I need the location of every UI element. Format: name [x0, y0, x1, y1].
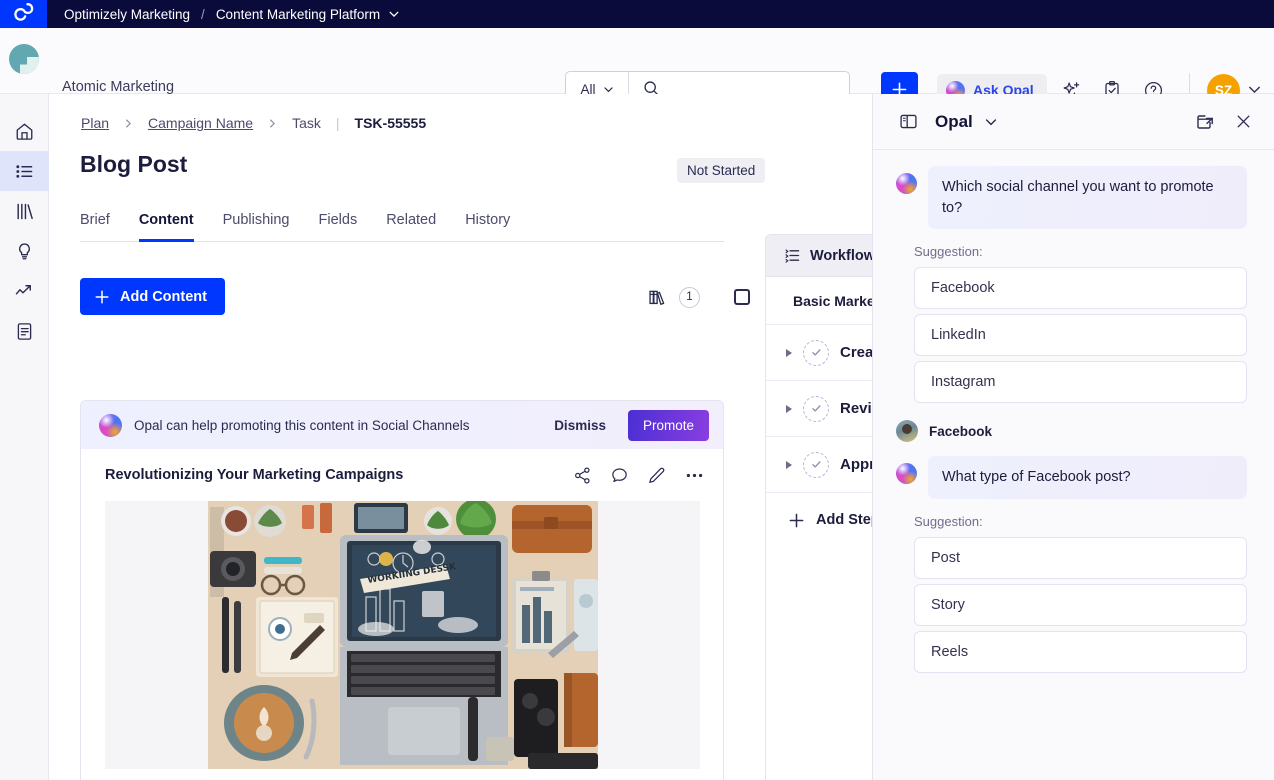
opal-promo-banner: Opal can help promoting this content in … [81, 401, 723, 449]
opal-panel-header: Opal [873, 94, 1274, 150]
expand-triangle-icon [786, 404, 792, 413]
select-all-checkbox-icon[interactable] [729, 284, 755, 310]
tab-publishing[interactable]: Publishing [223, 207, 290, 241]
chevron-right-icon [267, 118, 278, 129]
sidebar-item-home[interactable] [0, 111, 49, 151]
suggestion-linkedin[interactable]: LinkedIn [914, 314, 1247, 357]
document-icon [14, 321, 35, 342]
comment-icon[interactable] [610, 466, 629, 485]
close-icon[interactable] [1230, 109, 1256, 135]
promote-button[interactable]: Promote [627, 409, 709, 441]
left-sidebar [0, 94, 49, 780]
page-title: Blog Post [80, 151, 188, 177]
add-content-label: Add Content [120, 288, 207, 305]
content-count-badge: 1 [679, 286, 700, 308]
add-content-button[interactable]: Add Content [80, 278, 225, 315]
add-step-label: Add Step [816, 512, 880, 528]
chevron-down-icon [603, 84, 614, 95]
books-icon [14, 201, 35, 222]
opal-panel-title: Opal [935, 111, 973, 131]
optimizely-logo-icon[interactable] [0, 0, 47, 28]
sidebar-item-plan[interactable] [0, 151, 49, 191]
opal-orb-icon [896, 173, 917, 194]
expand-triangle-icon [786, 348, 792, 357]
workflow-list-icon [784, 247, 801, 264]
brandbar-product[interactable]: Content Marketing Platform [216, 7, 380, 22]
expand-triangle-icon [786, 460, 792, 469]
app-root: Optimizely Marketing / Content Marketing… [0, 0, 1274, 780]
workflow-header-label: Workflow [810, 247, 875, 264]
chevron-right-icon [123, 118, 134, 129]
tab-related[interactable]: Related [386, 207, 436, 241]
suggestion-post[interactable]: Post [914, 536, 1247, 579]
opal-title-chevron-down-icon[interactable] [984, 115, 998, 129]
home-icon [14, 121, 35, 142]
brandbar-separator: / [201, 6, 205, 22]
content-card-title: Revolutionizing Your Marketing Campaigns [105, 467, 404, 483]
sidebar-item-insights[interactable] [0, 271, 49, 311]
breadcrumb-item-current: TSK-55555 [354, 115, 427, 131]
opal-panel: Opal Which social channel you want to pr… [872, 94, 1274, 780]
content-card-header: Revolutionizing Your Marketing Campaigns [81, 449, 723, 501]
edit-icon[interactable] [647, 466, 666, 485]
breadcrumb-divider: | [335, 115, 340, 131]
check-circle-icon [803, 339, 829, 366]
plus-icon [94, 289, 110, 305]
brandbar-org[interactable]: Optimizely Marketing [64, 7, 190, 22]
more-horizontal-icon[interactable] [684, 465, 705, 486]
content-image-wrap: WORKIING DESSK [81, 501, 723, 769]
lightbulb-icon [14, 241, 35, 262]
tab-brief[interactable]: Brief [80, 207, 110, 241]
share-icon[interactable] [573, 466, 592, 485]
sidebar-item-library[interactable] [0, 191, 49, 231]
open-in-new-icon[interactable] [1192, 109, 1218, 135]
opal-orb-icon [99, 413, 122, 437]
tab-content[interactable]: Content [138, 207, 194, 242]
breadcrumb-item-plan[interactable]: Plan [81, 115, 109, 131]
sidebar-item-reports[interactable] [0, 311, 49, 351]
tab-fields[interactable]: Fields [319, 207, 358, 241]
opal-orb-icon [896, 463, 917, 485]
workspace-avatar[interactable] [9, 44, 39, 74]
tab-history[interactable]: History [465, 207, 510, 241]
assistant-message-text: Which social channel you want to promote… [928, 166, 1247, 230]
trending-up-icon [14, 281, 35, 302]
promo-banner-text: Opal can help promoting this content in … [134, 417, 470, 433]
opal-conversation: Which social channel you want to promote… [873, 150, 1274, 780]
suggestion-list: Post Story Reels [896, 536, 1247, 673]
sidebar-item-ideas[interactable] [0, 231, 49, 271]
opal-message-assistant: What type of Facebook post? [896, 456, 1247, 499]
dismiss-button[interactable]: Dismiss [544, 412, 616, 439]
check-circle-icon [803, 395, 829, 422]
suggestion-instagram[interactable]: Instagram [914, 361, 1247, 404]
plus-icon [788, 512, 805, 529]
brand-bar: Optimizely Marketing / Content Marketing… [0, 0, 1274, 28]
workspace-name: Atomic Marketing [62, 79, 175, 95]
assistant-message-text: What type of Facebook post? [928, 456, 1247, 499]
list-icon [14, 161, 35, 182]
user-message-text: Facebook [929, 423, 993, 439]
suggestion-label: Suggestion: [914, 244, 983, 260]
breadcrumb-item-task: Task [292, 115, 321, 131]
suggestion-facebook[interactable]: Facebook [914, 267, 1247, 310]
opal-message-user: Facebook [896, 420, 1247, 443]
content-hero-image[interactable]: WORKIING DESSK [105, 501, 700, 769]
suggestion-label: Suggestion: [914, 513, 983, 529]
suggestion-list: Facebook LinkedIn Instagram [896, 267, 1247, 404]
app-header: Atomic Marketing All Ask Opal SZ [0, 28, 1274, 107]
panel-layout-icon[interactable] [899, 112, 918, 131]
chevron-down-icon[interactable] [388, 8, 400, 20]
check-circle-icon [803, 451, 829, 478]
opal-message-assistant: Which social channel you want to promote… [896, 166, 1247, 230]
content-tabs: Brief Content Publishing Fields Related … [80, 207, 724, 242]
status-badge: Not Started [677, 158, 766, 183]
content-card: Opal can help promoting this content in … [80, 400, 724, 780]
suggestion-story[interactable]: Story [914, 583, 1247, 626]
user-avatar-small [896, 420, 918, 443]
suggestion-reels[interactable]: Reels [914, 630, 1247, 673]
breadcrumb: Plan Campaign Name Task | TSK-55555 [81, 115, 426, 131]
books-icon[interactable] [644, 284, 670, 310]
breadcrumb-item-campaign[interactable]: Campaign Name [148, 115, 253, 131]
